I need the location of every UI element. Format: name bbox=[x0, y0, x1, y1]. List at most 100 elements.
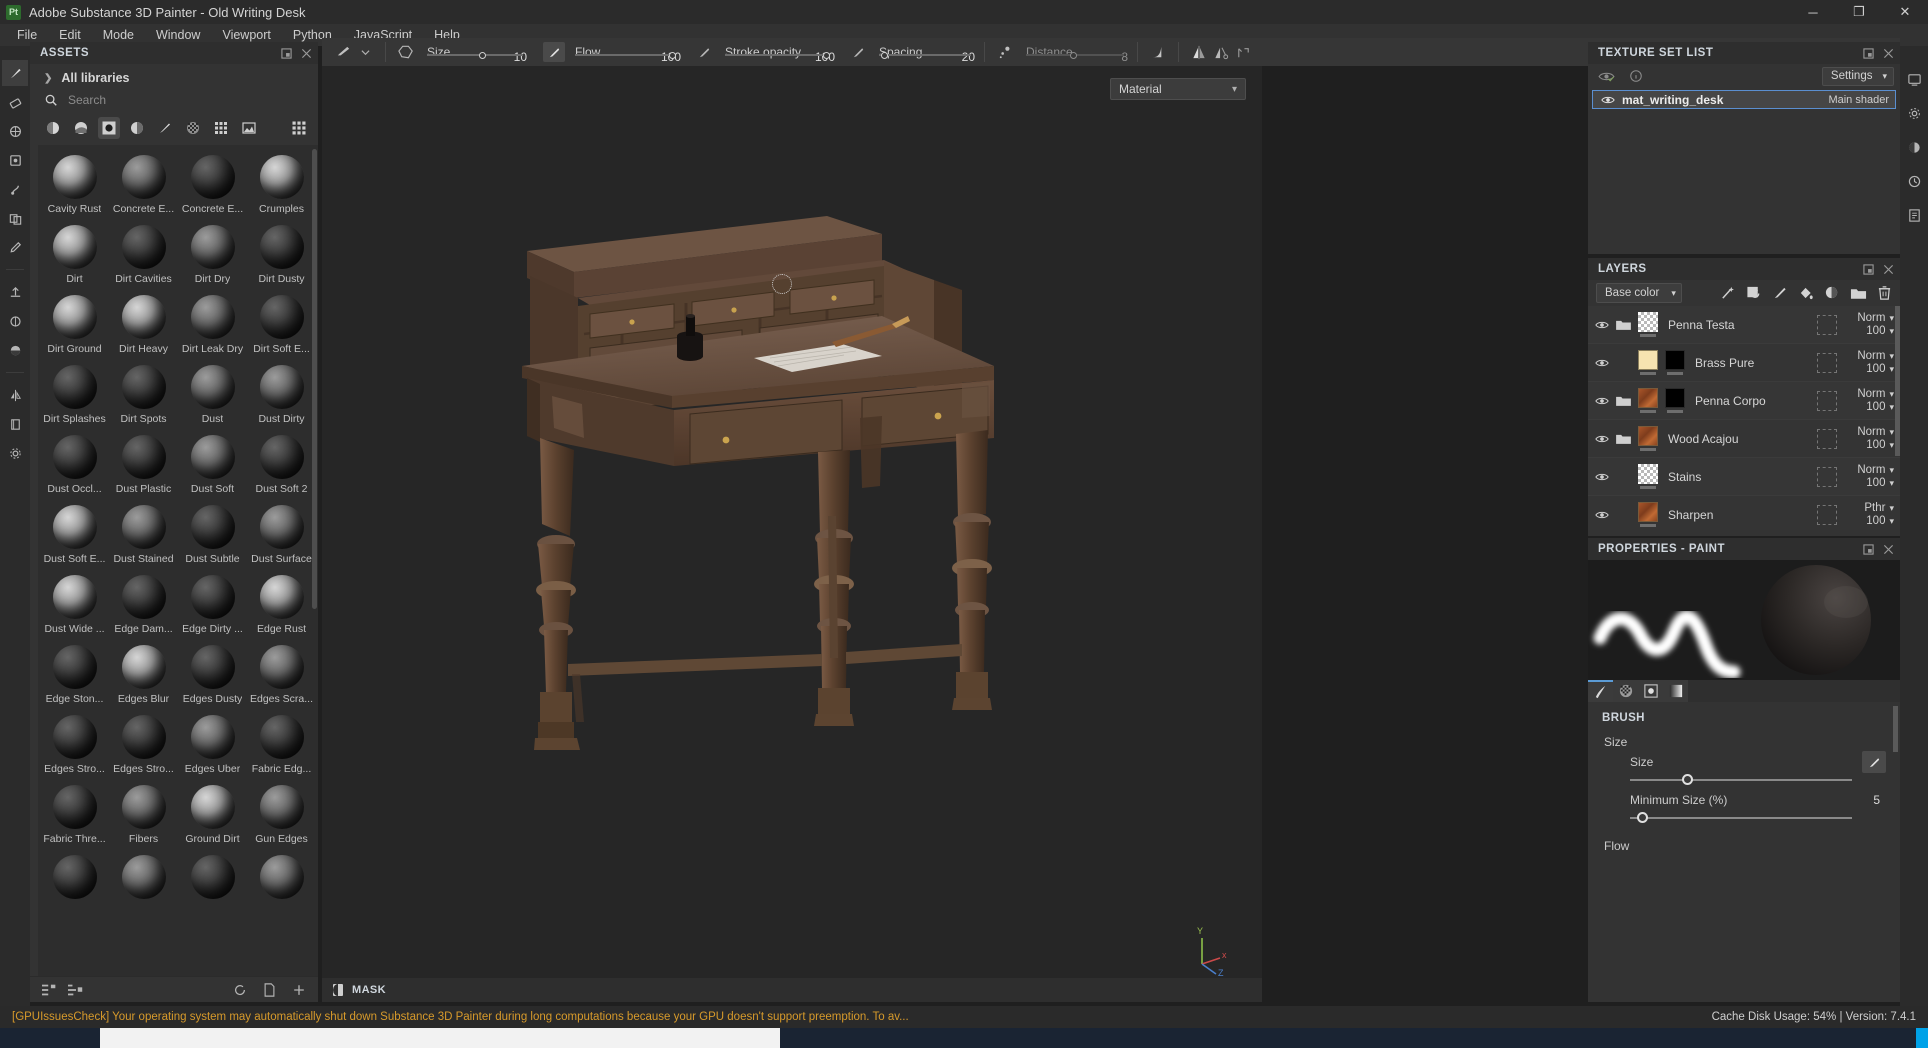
layer-opacity[interactable]: 100 ▾ bbox=[1866, 515, 1894, 527]
layer-thumbnail[interactable] bbox=[1665, 350, 1685, 370]
grid-view-icon[interactable] bbox=[288, 117, 310, 139]
layer-visibility-icon[interactable] bbox=[1595, 320, 1609, 330]
asset-item[interactable]: Dust Soft bbox=[178, 431, 247, 501]
layer-thumbnail-group[interactable] bbox=[1638, 350, 1658, 375]
asset-item[interactable]: Dirt Cavities bbox=[109, 221, 178, 291]
add-paint-layer-icon[interactable] bbox=[1772, 285, 1788, 301]
asset-item[interactable]: Dirt Soft E... bbox=[247, 291, 316, 361]
layer-blend-mode[interactable]: Norm ▾ bbox=[1857, 464, 1894, 476]
projection-tool-icon[interactable] bbox=[2, 118, 28, 144]
image-icon[interactable] bbox=[238, 117, 260, 139]
history-icon[interactable] bbox=[1901, 168, 1927, 194]
asset-item[interactable]: Edges Stro... bbox=[109, 711, 178, 781]
eye-icon[interactable] bbox=[1601, 95, 1615, 105]
layer-opacity[interactable]: 100 ▾ bbox=[1866, 439, 1894, 451]
asset-item[interactable]: Fabric Thre... bbox=[40, 781, 109, 851]
layers-scrollbar[interactable] bbox=[1895, 306, 1900, 456]
texture-set-settings-icon[interactable] bbox=[1901, 100, 1927, 126]
layer-visibility-icon[interactable] bbox=[1595, 396, 1609, 406]
sphere-mask-icon[interactable] bbox=[98, 117, 120, 139]
layer-row[interactable]: Wood Acajou Norm ▾ 100 ▾ bbox=[1588, 420, 1900, 458]
param-size-slider[interactable] bbox=[1630, 773, 1886, 787]
param-minimum-size-knob[interactable] bbox=[1637, 812, 1648, 823]
flow-pen-pressure-icon[interactable] bbox=[693, 42, 715, 62]
add-fill-layer-icon[interactable] bbox=[1746, 285, 1762, 301]
sphere-full-icon[interactable] bbox=[42, 117, 64, 139]
stroke-opacity-knob[interactable] bbox=[823, 52, 830, 59]
minimize-button[interactable]: ─ bbox=[1790, 0, 1836, 24]
layer-visibility-icon[interactable] bbox=[1595, 434, 1609, 444]
spacing-slider-knob[interactable] bbox=[881, 52, 888, 59]
layer-mask-slot[interactable] bbox=[1817, 428, 1837, 449]
layers-close-icon[interactable] bbox=[1883, 264, 1894, 275]
transform-gizmo-icon[interactable] bbox=[1232, 42, 1254, 62]
folder-icon[interactable] bbox=[1616, 319, 1631, 331]
layer-blend-mode[interactable]: Norm ▾ bbox=[1857, 426, 1894, 438]
asset-item[interactable]: Fabric Edg... bbox=[247, 711, 316, 781]
symmetry-settings-icon[interactable] bbox=[1210, 42, 1232, 62]
size-pen-pressure-icon[interactable] bbox=[543, 42, 565, 62]
layer-row[interactable]: Penna Testa Norm ▾ 100 ▾ bbox=[1588, 306, 1900, 344]
flow-control[interactable]: Flow 100 bbox=[565, 45, 681, 64]
size-control[interactable]: Size 10 bbox=[417, 45, 527, 64]
asset-item[interactable]: Dust Soft E... bbox=[40, 501, 109, 571]
asset-item[interactable]: Dirt bbox=[40, 221, 109, 291]
asset-item[interactable]: Cavity Rust bbox=[40, 151, 109, 221]
layer-thumbnail-group[interactable] bbox=[1665, 350, 1685, 375]
checker-icon[interactable] bbox=[182, 117, 204, 139]
layer-mask-slot[interactable] bbox=[1817, 504, 1837, 525]
param-size[interactable]: Size 10 bbox=[1630, 751, 1886, 787]
asset-item[interactable]: Dirt Dusty bbox=[247, 221, 316, 291]
layer-thumbnail-group[interactable] bbox=[1638, 312, 1658, 337]
sphere-gradient-icon[interactable] bbox=[126, 117, 148, 139]
asset-item[interactable]: Dirt Dry bbox=[178, 221, 247, 291]
assets-float-icon[interactable] bbox=[281, 47, 292, 59]
falloff-icon[interactable] bbox=[1147, 42, 1169, 62]
assets-search-row[interactable]: Search bbox=[30, 91, 318, 113]
asset-item[interactable]: Dust Surface bbox=[247, 501, 316, 571]
layers-float-icon[interactable] bbox=[1863, 263, 1874, 275]
size-pen-pressure-toggle[interactable] bbox=[1862, 751, 1886, 773]
close-button[interactable]: ✕ bbox=[1882, 0, 1928, 24]
toggle-visibility-icon[interactable] bbox=[1598, 70, 1615, 83]
shader-settings-icon[interactable] bbox=[1901, 134, 1927, 160]
flow-slider-knob[interactable] bbox=[669, 52, 676, 59]
layer-opacity[interactable]: 100 ▾ bbox=[1866, 401, 1894, 413]
asset-item[interactable]: Edges Dusty bbox=[178, 641, 247, 711]
display-settings-icon[interactable] bbox=[1901, 66, 1927, 92]
axis-gizmo[interactable]: Y x Z bbox=[1194, 924, 1240, 978]
asset-item[interactable]: Concrete E... bbox=[178, 151, 247, 221]
shelf-icon[interactable] bbox=[2, 337, 28, 363]
spacing-mode-icon[interactable] bbox=[994, 42, 1016, 62]
layer-thumbnail[interactable] bbox=[1638, 312, 1658, 332]
gradient-tab[interactable] bbox=[1663, 680, 1688, 702]
param-size-knob[interactable] bbox=[1682, 774, 1693, 785]
asset-item[interactable]: Dirt Heavy bbox=[109, 291, 178, 361]
viewport-channel-select[interactable]: Material ▾ bbox=[1110, 78, 1246, 100]
asset-item[interactable]: Dust Subtle bbox=[178, 501, 247, 571]
symmetry-icon[interactable] bbox=[2, 382, 28, 408]
asset-item[interactable] bbox=[109, 851, 178, 909]
asset-item[interactable]: Dirt Splashes bbox=[40, 361, 109, 431]
stroke-opacity-track[interactable] bbox=[725, 54, 829, 56]
alpha-tab[interactable] bbox=[1638, 680, 1663, 702]
folder-icon[interactable] bbox=[1616, 433, 1631, 445]
reload-icon[interactable] bbox=[233, 983, 247, 997]
asset-item[interactable]: Dust Wide ... bbox=[40, 571, 109, 641]
grid-icon[interactable] bbox=[210, 117, 232, 139]
layer-thumbnail-group[interactable] bbox=[1638, 426, 1658, 451]
asset-item[interactable]: Dust Occl... bbox=[40, 431, 109, 501]
layer-mask-slot[interactable] bbox=[1817, 314, 1837, 335]
assets-scrollbar[interactable] bbox=[312, 149, 317, 609]
magic-wand-icon[interactable] bbox=[1720, 285, 1736, 301]
layer-blend-mode[interactable]: Norm ▾ bbox=[1857, 388, 1894, 400]
flow-slider-track[interactable] bbox=[575, 54, 675, 56]
layer-thumbnail[interactable] bbox=[1638, 388, 1658, 408]
quick-mask-icon[interactable] bbox=[2, 411, 28, 437]
param-minimum-size-value[interactable]: 5 bbox=[1873, 793, 1886, 807]
layer-row[interactable]: Brass Pure Norm ▾ 100 ▾ bbox=[1588, 344, 1900, 382]
asset-item[interactable]: Gun Edges bbox=[247, 781, 316, 851]
all-libraries-row[interactable]: ❯ All libraries bbox=[30, 64, 318, 91]
asset-item[interactable]: Dust bbox=[178, 361, 247, 431]
asset-item[interactable]: Dirt Leak Dry bbox=[178, 291, 247, 361]
